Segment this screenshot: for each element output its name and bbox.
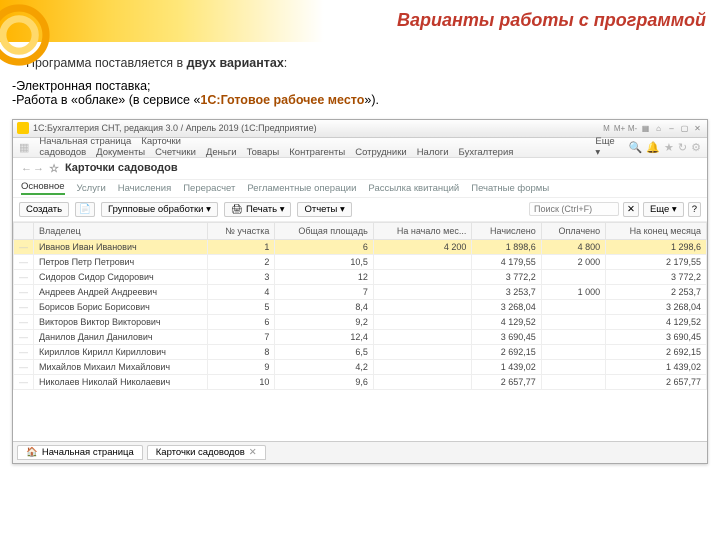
grid-icon[interactable]: ▦ xyxy=(19,141,29,154)
col-header[interactable]: Начислено xyxy=(472,222,541,239)
window-title: 1С:Бухгалтерия СНТ, редакция 3.0 / Апрел… xyxy=(33,123,601,133)
table-row[interactable]: —Викторов Виктор Викторович69,24 129,524… xyxy=(14,314,707,329)
bullet-list: -Электронная поставка; -Работа в «облаке… xyxy=(0,79,720,113)
table-row[interactable]: —Борисов Борис Борисович58,43 268,043 26… xyxy=(14,299,707,314)
sub-tabs: Основное Услуги Начисления Перерасчет Реглам… xyxy=(13,180,707,198)
subtab[interactable]: Основное xyxy=(21,181,65,195)
win-max-icon[interactable]: ▢ xyxy=(679,123,690,134)
window-titlebar[interactable]: 1С:Бухгалтерия СНТ, редакция 3.0 / Апрел… xyxy=(13,120,707,138)
app-window: 1С:Бухгалтерия СНТ, редакция 3.0 / Апрел… xyxy=(12,119,708,464)
back-forward-icon[interactable]: ← → xyxy=(21,162,43,174)
intro-tail: : xyxy=(284,56,287,70)
intro-strong: двух вариантах xyxy=(187,56,284,70)
menu-item[interactable]: Начальная страница xyxy=(39,136,131,147)
menu-item[interactable]: Налоги xyxy=(417,147,449,158)
search-go-button[interactable]: ✕ xyxy=(623,202,639,217)
menu-item[interactable]: Сотрудники xyxy=(355,147,406,158)
menu-item[interactable]: Бухгалтерия xyxy=(459,147,514,158)
print-button[interactable]: 🖨Печать ▾ xyxy=(224,202,292,217)
menu-item[interactable]: Контрагенты xyxy=(289,147,345,158)
subtab[interactable]: Начисления xyxy=(118,183,171,194)
bullet-2: -Работа в «облаке» (в сервисе «1С:Готово… xyxy=(12,93,694,107)
app-logo-icon xyxy=(17,122,29,134)
table-row[interactable]: —Андреев Андрей Андреевич473 253,71 0002… xyxy=(14,284,707,299)
col-header[interactable]: На начало мес... xyxy=(373,222,472,239)
bottom-tabs: 🏠Начальная страница Карточки садоводов✕ xyxy=(13,441,707,463)
history-icon[interactable]: ↻ xyxy=(678,141,687,154)
menu-item[interactable]: Документы xyxy=(96,147,145,158)
slide-title: Варианты работы с программой xyxy=(397,10,706,31)
bell-icon[interactable]: 🔔 xyxy=(646,141,660,154)
page-title: Карточки садоводов xyxy=(65,162,178,174)
create-button[interactable]: Создать xyxy=(19,202,69,217)
win-grid-icon[interactable]: ▦ xyxy=(640,123,651,134)
win-m2-icon[interactable]: M+ xyxy=(614,123,625,134)
win-m-icon[interactable]: M xyxy=(601,123,612,134)
copy-button[interactable]: 📄 xyxy=(75,202,95,217)
data-table: Владелец№ участкаОбщая площадьНа начало … xyxy=(13,222,707,441)
favorite-icon[interactable]: ☆ xyxy=(49,162,59,175)
col-header[interactable]: На конец месяца xyxy=(606,222,707,239)
subtab[interactable]: Рассылка квитанций xyxy=(368,183,459,194)
close-tab-icon[interactable]: ✕ xyxy=(249,447,257,458)
search-icon[interactable]: 🔍 xyxy=(629,141,643,154)
win-tool-icon[interactable]: ⌂ xyxy=(653,123,664,134)
main-menu: ▦ Начальная страницаКарточки садоводовДо… xyxy=(13,138,707,158)
subtab[interactable]: Печатные формы xyxy=(471,183,549,194)
intro-text: Программа поставляется в двух вариантах: xyxy=(0,42,720,79)
subtab[interactable]: Услуги xyxy=(77,183,106,194)
win-m3-icon[interactable]: M- xyxy=(627,123,638,134)
bottom-tab-cards[interactable]: Карточки садоводов✕ xyxy=(147,445,266,460)
cloud-link[interactable]: 1С:Готовое рабочее место xyxy=(200,93,364,107)
table-row[interactable]: —Данилов Данил Данилович712,43 690,453 6… xyxy=(14,329,707,344)
table-row[interactable]: —Сидоров Сидор Сидорович3123 772,23 772,… xyxy=(14,269,707,284)
star-icon[interactable]: ★ xyxy=(664,141,674,154)
bullet-1: -Электронная поставка; xyxy=(12,79,694,93)
win-min-icon[interactable]: – xyxy=(666,123,677,134)
subtab[interactable]: Регламентные операции xyxy=(247,183,356,194)
bottom-tab-home[interactable]: 🏠Начальная страница xyxy=(17,445,143,460)
table-row[interactable]: —Михайлов Михаил Михайлович94,21 439,021… xyxy=(14,359,707,374)
group-ops-button[interactable]: Групповые обработки ▾ xyxy=(101,202,218,217)
search-input[interactable] xyxy=(529,202,619,216)
reports-button[interactable]: Отчеты ▾ xyxy=(297,202,351,217)
table-row[interactable]: —Иванов Иван Иванович164 2001 898,64 800… xyxy=(14,239,707,254)
window-controls: M M+ M- ▦ ⌂ – ▢ ✕ xyxy=(601,123,703,134)
help-button[interactable]: ? xyxy=(688,202,701,217)
subtab[interactable]: Перерасчет xyxy=(183,183,235,194)
col-header[interactable]: Общая площадь xyxy=(275,222,374,239)
breadcrumb: ← → ☆ Карточки садоводов xyxy=(13,158,707,180)
more-button[interactable]: Еще ▾ xyxy=(643,202,684,217)
toolbar: Создать 📄 Групповые обработки ▾ 🖨Печать … xyxy=(13,198,707,222)
table-row[interactable]: —Николаев Николай Николаевич109,62 657,7… xyxy=(14,374,707,389)
col-header[interactable]: № участка xyxy=(207,222,274,239)
table-row[interactable]: —Петров Петр Петрович210,54 179,552 0002… xyxy=(14,254,707,269)
logo-swirl-icon xyxy=(0,0,64,80)
col-header[interactable]: Владелец xyxy=(34,222,208,239)
menu-item[interactable]: Товары xyxy=(247,147,280,158)
table-row[interactable]: —Кириллов Кирилл Кириллович86,52 692,152… xyxy=(14,344,707,359)
menu-item[interactable]: Счетчики xyxy=(155,147,196,158)
col-header[interactable]: Оплачено xyxy=(541,222,605,239)
slide-ribbon: Варианты работы с программой xyxy=(0,0,720,42)
menu-item[interactable]: Деньги xyxy=(206,147,237,158)
menu-more[interactable]: Еще ▾ xyxy=(595,136,618,158)
win-close-icon[interactable]: ✕ xyxy=(692,123,703,134)
gear-icon[interactable]: ⚙ xyxy=(691,141,701,154)
